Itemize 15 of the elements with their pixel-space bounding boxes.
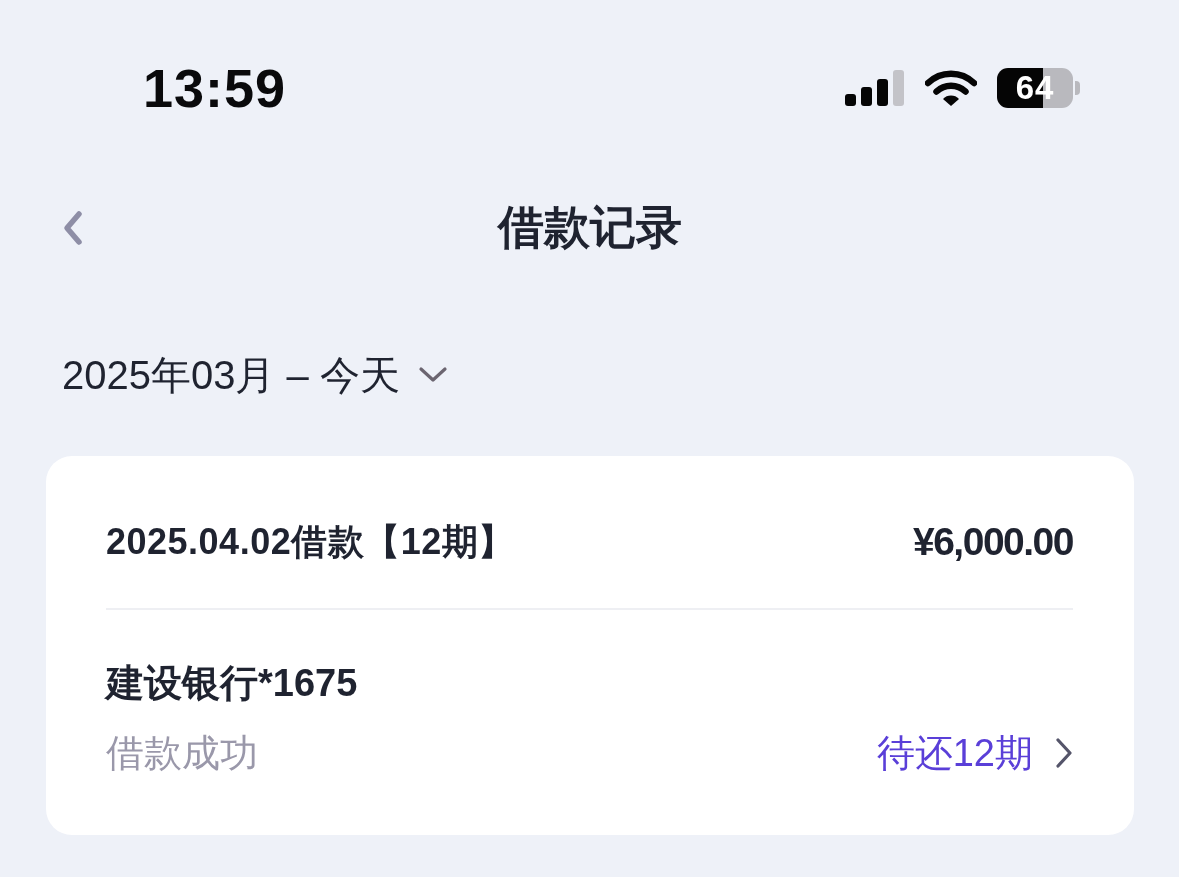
wifi-icon	[925, 70, 977, 106]
loan-title: 2025.04.02借款【12期】	[106, 519, 515, 564]
loan-status: 借款成功	[106, 730, 258, 776]
chevron-right-icon	[1055, 737, 1073, 769]
bank-account: 建设银行*1675	[106, 661, 358, 706]
loan-card[interactable]: 2025.04.02借款【12期】 ¥6,000.00 建设银行*1675 借款成功 待还12期	[46, 456, 1134, 835]
page-title: 借款记录	[497, 200, 682, 256]
back-chevron-icon	[62, 210, 84, 246]
pending-installments-link[interactable]: 待还12期	[876, 727, 1073, 779]
status-time: 13:59	[143, 61, 287, 115]
signal-icon	[845, 70, 905, 106]
date-range-selector[interactable]: 2025年03月 – 今天	[62, 351, 448, 399]
back-button[interactable]	[62, 210, 84, 246]
chevron-down-icon	[417, 366, 448, 384]
loan-amount: ¥6,000.00	[913, 520, 1073, 564]
